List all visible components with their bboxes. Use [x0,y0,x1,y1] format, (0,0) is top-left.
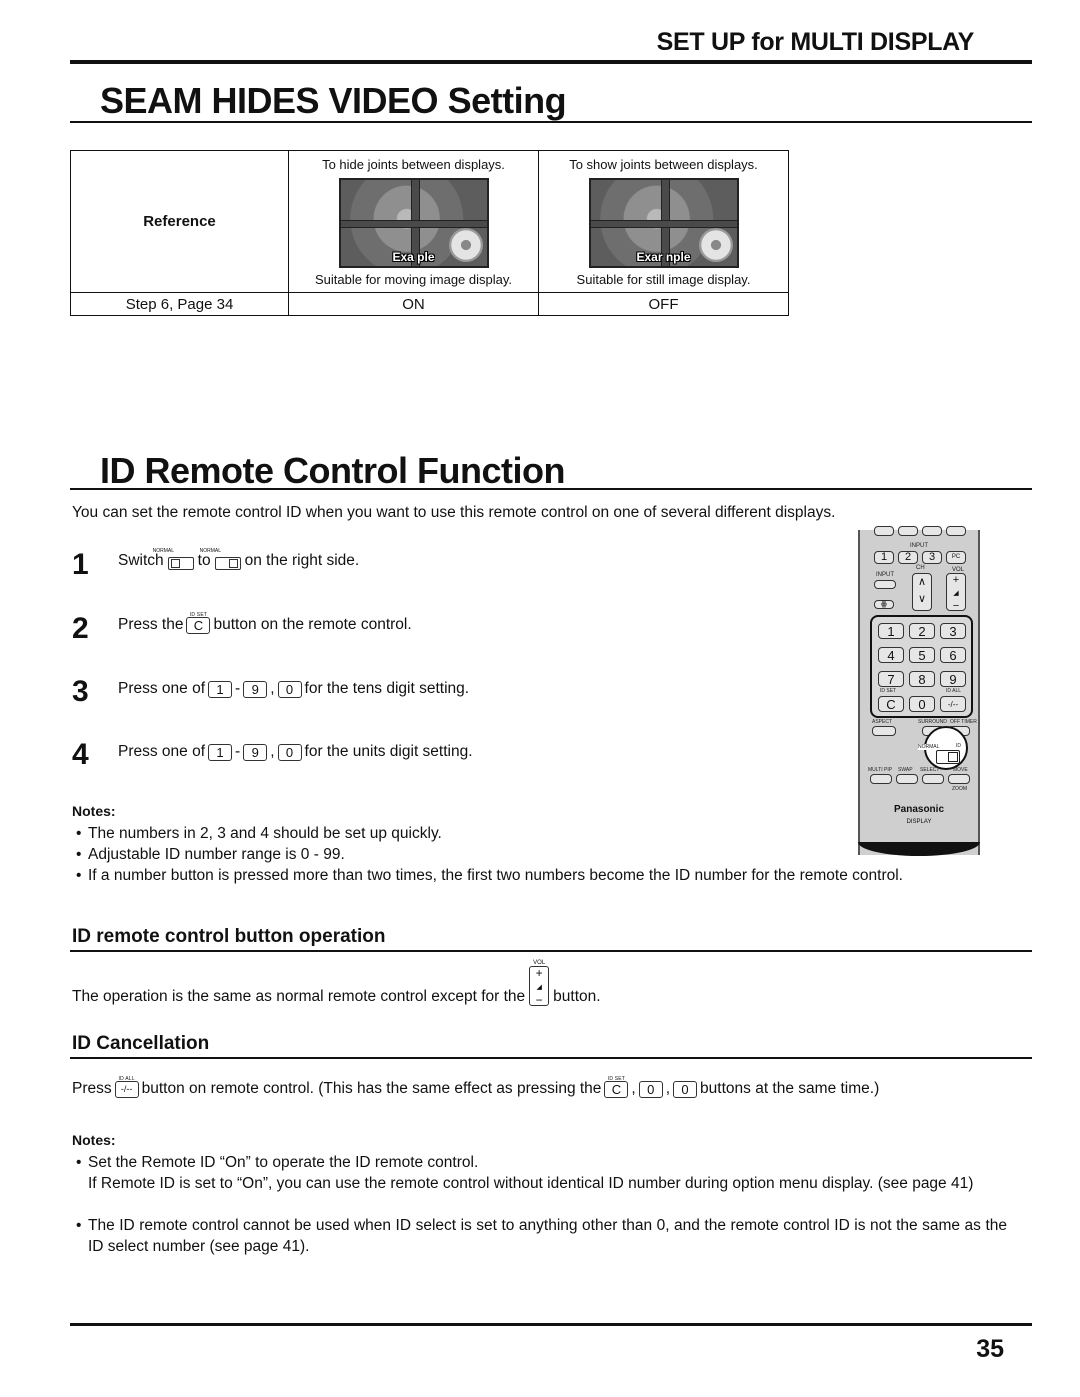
header-rule [70,60,1032,64]
key-0-icon: 0 [673,1081,698,1098]
idremote-title-rule [70,488,1032,490]
key-9-icon: 9 [243,744,268,761]
reference-label: Reference [143,213,216,230]
normal-id-switch [936,750,960,764]
cancellation-text: Press ID ALL -/-- button on remote contro… [72,1076,880,1098]
note-item-continued: If Remote ID is set to “On”, you can use… [88,1175,974,1192]
button-operation-rule [70,950,1032,952]
off-value: OFF [538,292,789,316]
step-4: Press one of 1 - 9 , 0 for the units dig… [118,743,473,761]
on-value: ON [288,292,539,316]
off-option-cell: To show joints between displays. Exar np… [538,150,789,293]
off-caption-bottom: Suitable for still image display. [576,271,751,287]
reference-value: Step 6, Page 34 [70,292,289,316]
footer-rule [70,1323,1032,1326]
note-item: • The ID remote control cannot be used wh… [76,1217,1007,1255]
on-caption-top: To hide joints between displays. [322,156,505,172]
example-label: Exar nple [636,249,691,264]
note-item: • Adjustable ID number range is 0 - 99. [76,846,345,863]
key-1-icon: 1 [208,681,233,698]
example-label: Exa ple [392,249,435,264]
on-caption-bottom: Suitable for moving image display. [314,271,513,287]
step-2: Press the ID SET C button on the remote c… [118,612,412,634]
key-0-icon: 0 [277,744,302,761]
key-1-icon: 1 [208,744,233,761]
ch-rocker: ∧ ∨ [912,573,932,611]
remote-keypad: 1 2 3 4 5 6 7 8 9 ID SET ID ALL C 0 -/-- [870,615,973,718]
reference-header-cell: Reference [70,150,289,293]
key-9-icon: 9 [243,681,268,698]
cancellation-rule [70,1057,1032,1059]
button-operation-title: ID remote control button operation [72,926,386,947]
cancellation-title: ID Cancellation [72,1033,210,1054]
mute-icon: ꙮ [874,600,894,609]
id-all-key-icon: ID ALL -/-- [114,1076,139,1098]
remote-control-illustration: INPUT 1 2 3 PC CH VOL INPUT ∧ ∨ + ◢ − ꙮ 1 2… [858,526,980,855]
vol-rocker: + ◢ − [946,573,966,612]
normal-id-switch-icon: NORMAL [153,548,194,570]
step-3: Press one of 1 - 9 , 0 for the tens digi… [118,680,470,698]
step-number: 2 [72,612,89,645]
notes-heading: Notes: [72,1132,116,1148]
off-example-image: Exar nple [588,177,739,268]
section-header: SET UP for MULTI DISPLAY [656,28,975,56]
idremote-intro: You can set the remote control ID when y… [72,504,836,521]
notes-heading: Notes: [72,803,116,819]
seam-title-rule [70,121,1032,123]
note-item: • The numbers in 2, 3 and 4 should be set… [76,825,442,842]
c-key-icon: ID SET C [604,1076,629,1098]
on-example-image: Exa ple [338,177,489,268]
vol-key-icon: VOL + ◢ − [529,960,550,1006]
off-caption-top: To show joints between displays. [569,156,758,172]
step-1: Switch NORMAL to NORMAL on the right sid… [118,548,360,570]
step-number: 3 [72,675,89,708]
panasonic-logo: Panasonic [893,804,945,815]
on-option-cell: To hide joints between displays. Exa ple… [288,150,539,293]
normal-id-switch-icon: NORMAL [200,548,241,570]
key-0-icon: 0 [277,681,302,698]
display-label: DISPLAY [906,819,932,825]
key-0-icon: 0 [638,1081,663,1098]
seam-settings-table: Reference To hide joints between display… [70,150,789,316]
step-number: 1 [72,548,89,581]
step-number: 4 [72,738,89,771]
page-number: 35 [976,1335,1004,1363]
note-item: • If a number button is pressed more than… [76,867,903,884]
button-operation-text: The operation is the same as normal remo… [72,960,601,1007]
c-key-icon: ID SET C [186,612,211,634]
idremote-title: ID Remote Control Function [100,450,565,491]
seam-title: SEAM HIDES VIDEO Setting [100,80,567,121]
note-item: • Set the Remote ID “On” to operate the I… [76,1154,479,1171]
